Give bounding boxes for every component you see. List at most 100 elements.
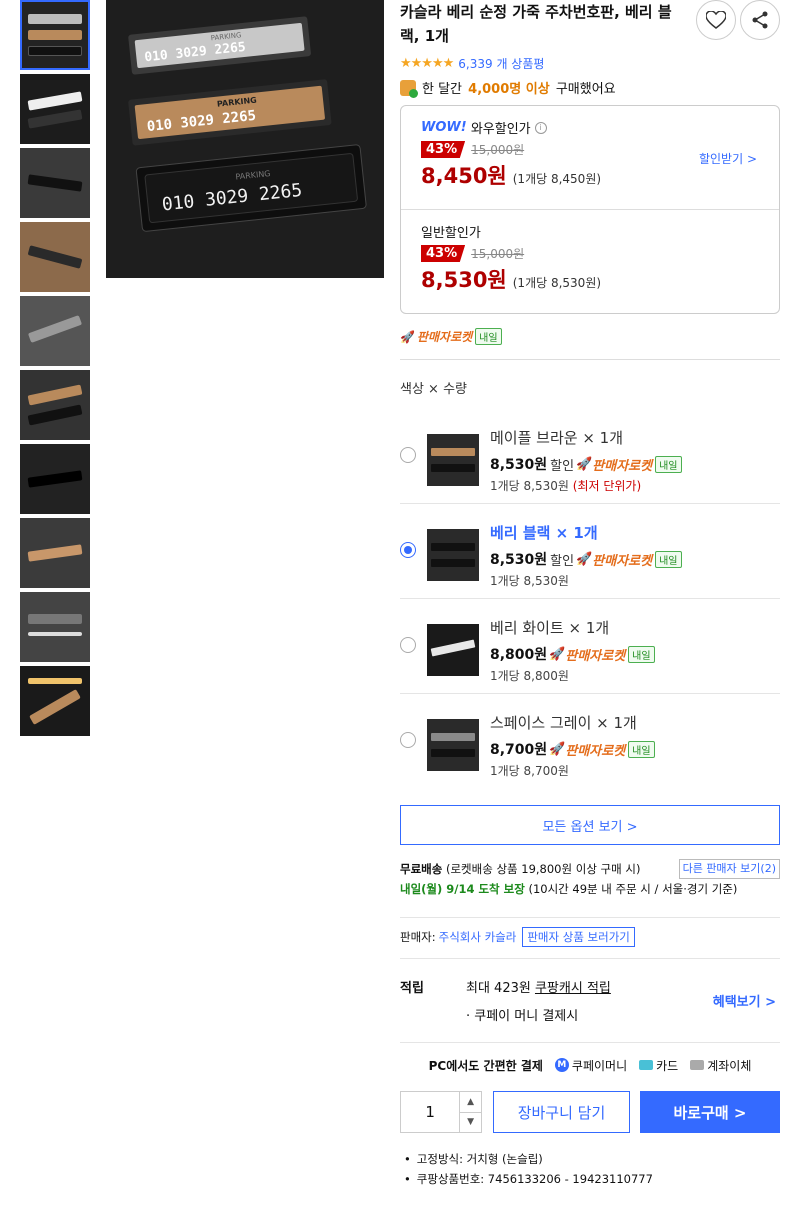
thumbnail-8[interactable] xyxy=(20,518,90,588)
thumbnail-3[interactable] xyxy=(20,148,90,218)
arrival-desc: (10시간 49분 내 주문 시 / 서울·경기 기준) xyxy=(528,882,738,896)
other-seller-button[interactable]: 다른 판매자 보기(2) xyxy=(678,859,780,879)
divider xyxy=(400,359,780,360)
payment-label: PC에서도 간편한 결제 xyxy=(428,1058,543,1073)
option-radio[interactable] xyxy=(400,732,416,748)
view-benefits-link[interactable]: 혜택보기 > xyxy=(713,991,776,1010)
price-box: WOW! 와우할인가 i 43% 15,000원 8,450원 (1개당 8,4… xyxy=(400,105,780,314)
thumbnail-2[interactable] xyxy=(20,74,90,144)
share-button[interactable] xyxy=(740,0,780,40)
parking-plate-illustration: PARKING 010 3029 2265 PARKING 010 3029 2… xyxy=(106,0,384,278)
info-icon[interactable]: i xyxy=(534,121,547,134)
wow-discount-badge: 43% xyxy=(421,141,466,158)
option-item[interactable]: 메이플 브라운 × 1개 8,530원 할인 🚀 판매자로켓 내일 1개당 8,… xyxy=(400,409,780,504)
normal-price-section: 일반할인가 43% 15,000원 8,530원 (1개당 8,530원) xyxy=(401,210,779,306)
thumbnail-5[interactable] xyxy=(20,296,90,366)
option-thumbnail xyxy=(427,719,479,771)
payment-row: PC에서도 간편한 결제 M 쿠페이머니 카드 계좌이체 xyxy=(400,1043,780,1087)
wow-unit-price: (1개당 8,450원) xyxy=(512,172,602,186)
seller-name-link[interactable]: 주식회사 카슬라 xyxy=(439,929,517,945)
wishlist-button[interactable] xyxy=(696,0,736,40)
option-price: 8,530원 xyxy=(490,552,548,568)
purchase-count-row: 한 달간 4,000명 이상 구매했어요 xyxy=(400,78,780,98)
all-options-button[interactable]: 모든 옵션 보기 > xyxy=(400,805,780,845)
seller-label: 판매자: xyxy=(400,930,436,944)
option-name: 베리 화이트 × 1개 xyxy=(490,619,610,637)
bought-count: 4,000명 이상 xyxy=(468,82,550,97)
option-name: 메이플 브라운 × 1개 xyxy=(490,429,624,447)
wow-label: 와우할인가 xyxy=(470,122,531,137)
thumbnail-list xyxy=(20,0,90,740)
option-tag: 내일 xyxy=(655,455,682,473)
option-rocket: 판매자로켓 xyxy=(592,553,653,569)
option-price: 8,800원 xyxy=(490,647,548,663)
seller-row: 판매자: 주식회사 카슬라 판매자 상품 보러가기 xyxy=(400,917,780,959)
option-tag: 내일 xyxy=(655,550,682,568)
rocket-icon: 🚀 xyxy=(576,456,593,472)
option-item[interactable]: 베리 화이트 × 1개 8,800원 🚀 판매자로켓 내일 1개당 8,800원 xyxy=(400,599,780,694)
bought-suffix: 구매했어요 xyxy=(555,82,616,97)
purchase-row: 1 ▲ ▼ 장바구니 담기 바로구매 > xyxy=(400,1091,780,1133)
option-item[interactable]: 스페이스 그레이 × 1개 8,700원 🚀 판매자로켓 내일 1개당 8,70… xyxy=(400,694,780,789)
add-to-cart-button[interactable]: 장바구니 담기 xyxy=(493,1091,630,1133)
arrival-date: 내일(월) 9/14 도착 보장 xyxy=(400,882,525,896)
option-rocket: 판매자로켓 xyxy=(565,743,626,759)
seller-products-button[interactable]: 판매자 상품 보러가기 xyxy=(522,927,635,947)
thumbnail-7[interactable] xyxy=(20,444,90,514)
option-name: 스페이스 그레이 × 1개 xyxy=(490,714,637,732)
tomorrow-tag: 내일 xyxy=(475,328,502,345)
normal-price: 8,530원 xyxy=(421,268,507,292)
coupay-icon: M xyxy=(554,1058,569,1072)
option-thumbnail xyxy=(427,624,479,676)
normal-label: 일반할인가 xyxy=(421,226,481,241)
thumbnail-4[interactable] xyxy=(20,222,90,292)
quantity-input[interactable]: 1 xyxy=(401,1092,461,1132)
option-unit: 1개당 8,530원 xyxy=(490,479,569,493)
option-title: 색상 × 수량 xyxy=(400,382,467,397)
option-sale: 할인 xyxy=(550,458,575,474)
points-section: 적립 최대 423원 쿠팡캐시 적립 · 쿠페이 머니 결제시 혜택보기 > xyxy=(400,959,780,1043)
option-radio[interactable] xyxy=(400,637,416,653)
wow-price: 8,450원 xyxy=(421,164,507,188)
bank-icon xyxy=(690,1060,705,1070)
free-shipping-label: 무료배송 xyxy=(400,862,443,876)
thumbnail-1[interactable] xyxy=(20,0,90,70)
points-label: 적립 xyxy=(400,981,424,996)
option-name: 베리 블랙 × 1개 xyxy=(490,524,598,542)
option-rocket: 판매자로켓 xyxy=(592,458,653,474)
review-count-link[interactable]: 6,339 개 상품평 xyxy=(458,55,544,72)
bought-prefix: 한 달간 xyxy=(422,82,463,97)
share-icon xyxy=(752,11,768,29)
option-sale: 할인 xyxy=(550,553,575,569)
thumbnail-10[interactable] xyxy=(20,666,90,736)
points-condition: · 쿠페이 머니 결제시 xyxy=(466,1009,579,1024)
option-thumbnail xyxy=(427,529,479,581)
wow-logo: WOW! xyxy=(421,120,467,135)
option-radio[interactable] xyxy=(400,542,416,558)
option-price: 8,700원 xyxy=(490,742,548,758)
option-unit: 1개당 8,700원 xyxy=(490,764,569,778)
option-thumbnail xyxy=(427,434,479,486)
main-product-image: PARKING 010 3029 2265 PARKING 010 3029 2… xyxy=(106,0,384,278)
quantity-down-icon[interactable]: ▼ xyxy=(460,1113,481,1133)
coupang-cash-link[interactable]: 쿠팡캐시 적립 xyxy=(535,981,611,996)
option-unit: 1개당 8,800원 xyxy=(490,669,569,683)
get-discount-link[interactable]: 할인받기 > xyxy=(699,150,757,167)
thumbnail-6[interactable] xyxy=(20,370,90,440)
thumbnail-9[interactable] xyxy=(20,592,90,662)
normal-original-price: 15,000원 xyxy=(471,247,525,261)
rating-stars: ★★★★★ xyxy=(400,55,454,71)
wow-original-price: 15,000원 xyxy=(471,143,525,157)
spec-list: 고정방식: 거치형 (논슬립) 쿠팡상품번호: 7456133206 - 194… xyxy=(400,1149,780,1189)
product-info-panel: 카슬라 베리 순정 가죽 주차번호판, 베리 블랙, 1개 ★★★★★ 6,33… xyxy=(400,0,780,1189)
option-unit: 1개당 8,530원 xyxy=(490,574,569,588)
rocket-icon: 🚀 xyxy=(400,329,415,344)
option-lowest: (최저 단위가) xyxy=(572,479,642,493)
buy-now-button[interactable]: 바로구매 > xyxy=(640,1091,780,1133)
wow-price-section: WOW! 와우할인가 i 43% 15,000원 8,450원 (1개당 8,4… xyxy=(401,106,779,210)
rocket-icon: 🚀 xyxy=(549,741,566,757)
quantity-up-icon[interactable]: ▲ xyxy=(460,1092,481,1113)
option-radio[interactable] xyxy=(400,447,416,463)
option-item[interactable]: 베리 블랙 × 1개 8,530원 할인 🚀 판매자로켓 내일 1개당 8,53… xyxy=(400,504,780,599)
free-shipping-desc: (로켓배송 상품 19,800원 이상 구매 시) xyxy=(445,862,641,876)
